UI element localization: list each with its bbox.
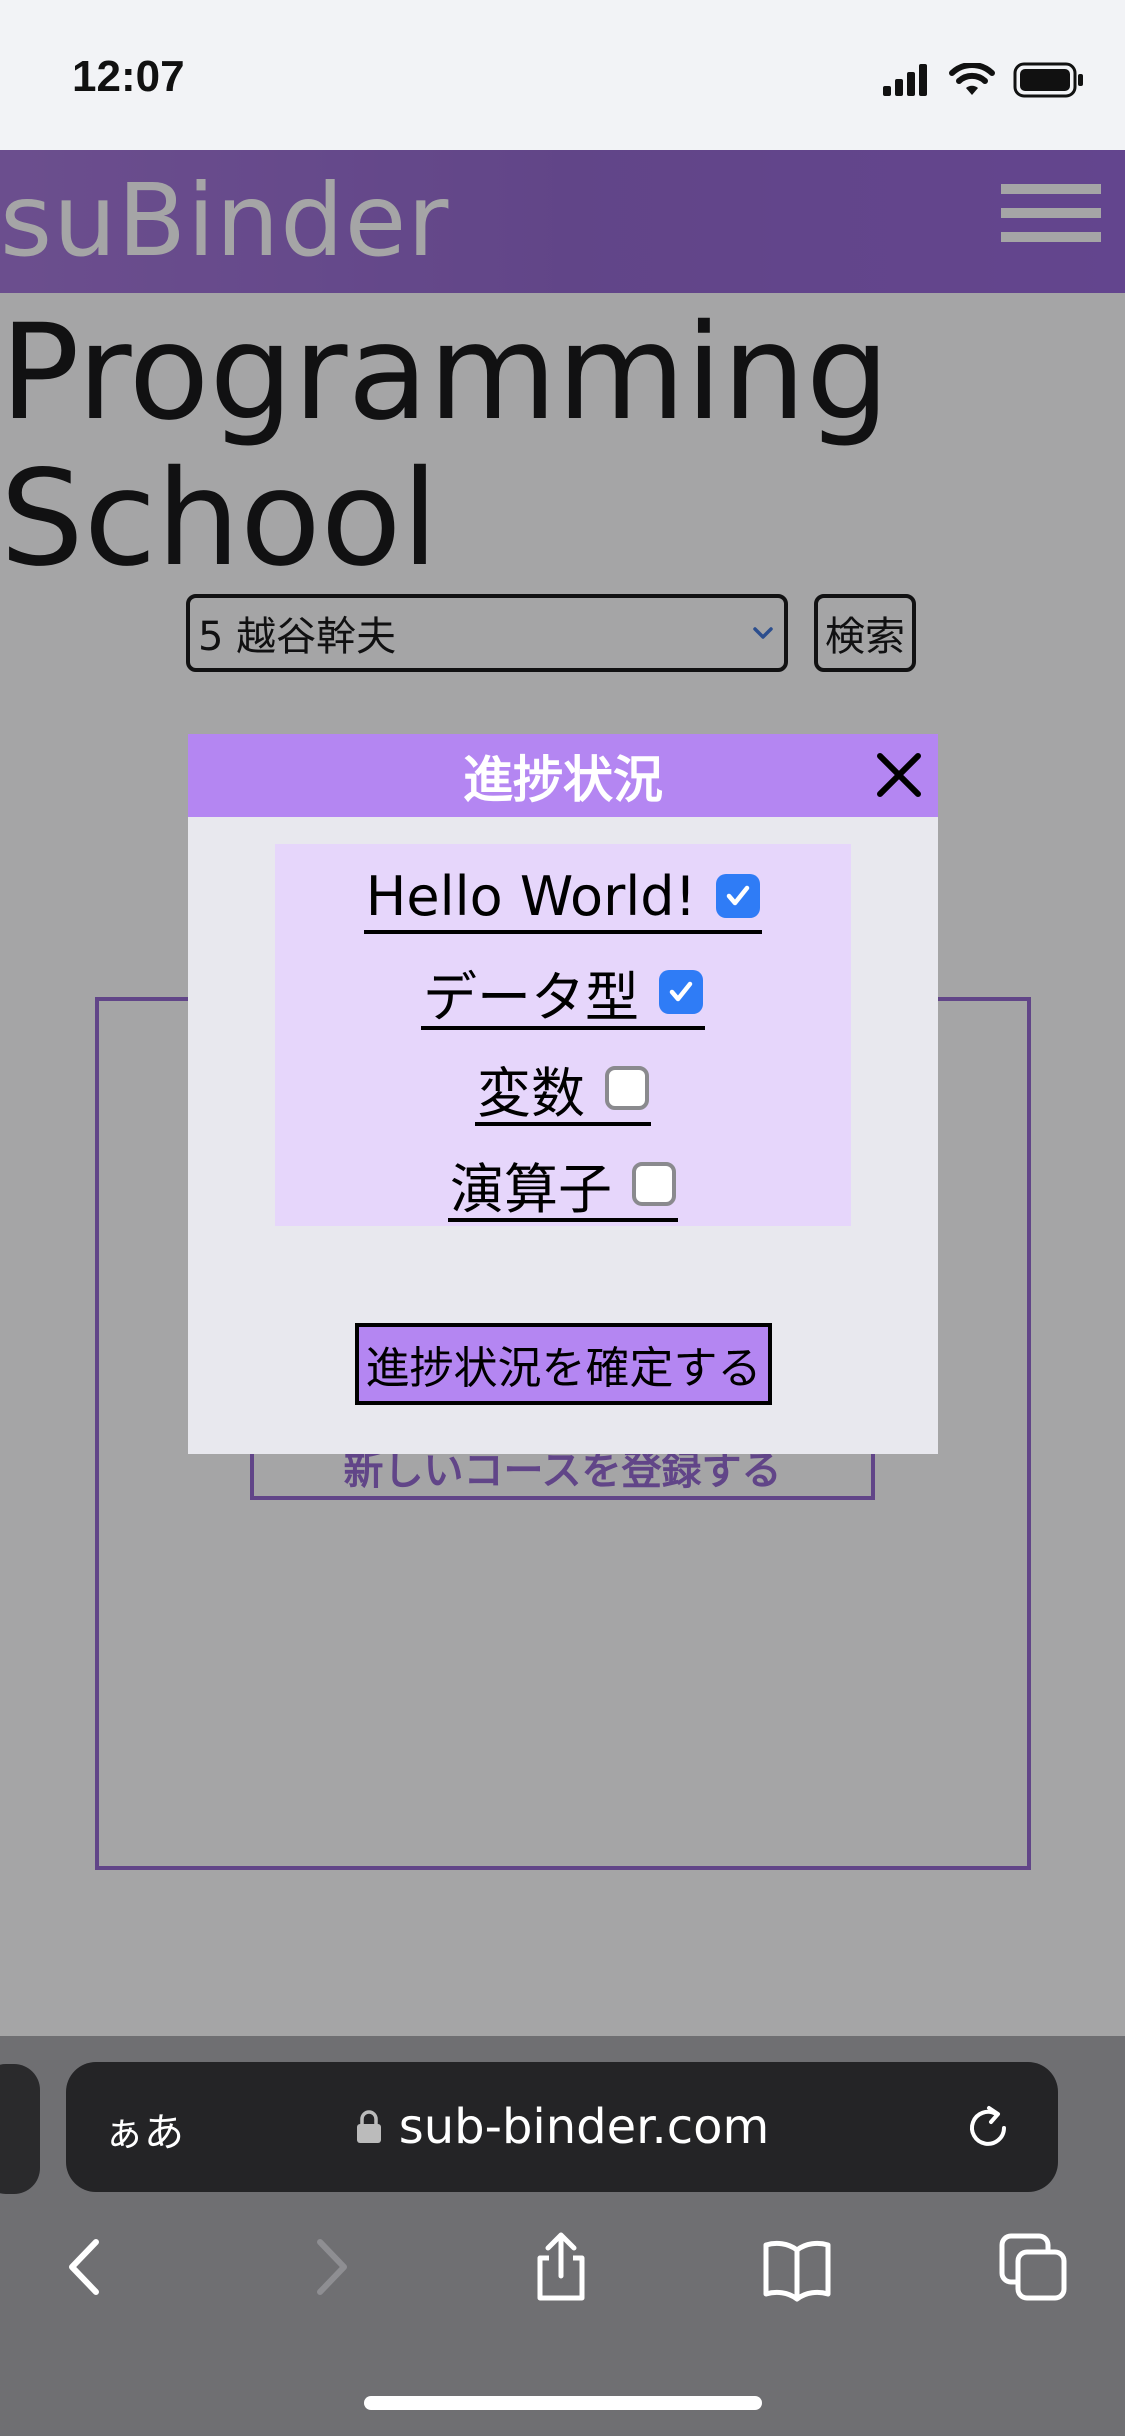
- back-icon[interactable]: [52, 2232, 122, 2302]
- progress-item: データ型: [275, 958, 851, 1030]
- status-bar: 12:07: [0, 0, 1125, 150]
- reload-icon[interactable]: [958, 2098, 1018, 2158]
- progress-item-label: 演算子: [450, 1157, 612, 1221]
- progress-item: Hello World!: [275, 862, 851, 934]
- checkmark-icon: [669, 981, 693, 1002]
- forward-icon[interactable]: [294, 2232, 364, 2302]
- url-display: sub-binder.com: [66, 2062, 1058, 2192]
- bookmarks-icon[interactable]: [762, 2232, 832, 2302]
- progress-item-label: Hello World!: [365, 864, 697, 928]
- address-bar[interactable]: sub-binder.com ぁあ: [66, 2062, 1058, 2192]
- tabs-icon[interactable]: [998, 2232, 1068, 2302]
- modal-header: 進捗状況: [188, 734, 938, 817]
- progress-item: 変数: [275, 1054, 851, 1126]
- confirm-progress-button[interactable]: 進捗状況を確定する: [355, 1323, 772, 1405]
- battery-icon: [1013, 62, 1083, 98]
- progress-checkbox[interactable]: [632, 1162, 676, 1206]
- signal-icon: [883, 64, 927, 96]
- progress-checkbox[interactable]: [605, 1066, 649, 1110]
- wifi-icon: [949, 63, 995, 95]
- url-text: sub-binder.com: [398, 2099, 770, 2155]
- home-indicator: [364, 2396, 762, 2410]
- progress-checkbox[interactable]: [659, 970, 703, 1014]
- status-icons: [883, 60, 1085, 100]
- progress-item-label: 変数: [477, 1061, 585, 1125]
- progress-checkbox[interactable]: [716, 874, 761, 918]
- progress-item: 演算子: [275, 1150, 851, 1222]
- progress-modal: 進捗状況 Hello World! データ型 変数 演算子 進捗状況を確定する: [188, 734, 938, 1454]
- reader-aa-button[interactable]: ぁあ: [104, 2100, 184, 2158]
- progress-list: Hello World! データ型 変数 演算子: [275, 844, 851, 1226]
- checkmark-icon: [726, 885, 750, 906]
- previous-tab-peek[interactable]: [0, 2064, 40, 2194]
- close-icon[interactable]: [870, 746, 928, 804]
- progress-item-label: データ型: [423, 965, 639, 1029]
- status-time: 12:07: [72, 52, 185, 101]
- lock-icon: [356, 2110, 381, 2143]
- share-icon[interactable]: [526, 2232, 596, 2302]
- modal-title: 進捗状況: [463, 750, 663, 809]
